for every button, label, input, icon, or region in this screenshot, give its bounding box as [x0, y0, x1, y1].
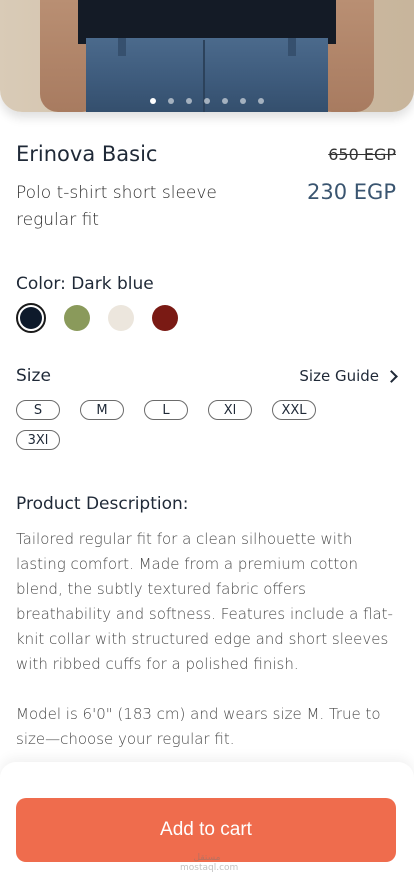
size-header: Size Size Guide: [16, 366, 398, 386]
watermark-line: mostaql.com: [180, 863, 239, 873]
description-title: Product Description:: [16, 494, 189, 514]
size-option-xl[interactable]: Xl: [208, 400, 252, 420]
product-title-row: Erinova Basic 650 EGP: [16, 142, 396, 166]
color-swatch-maroon[interactable]: [152, 305, 178, 331]
carousel-dot[interactable]: [150, 98, 156, 104]
product-hero-image[interactable]: [0, 0, 414, 112]
size-option-3xl[interactable]: 3Xl: [16, 430, 60, 450]
size-option-m[interactable]: M: [80, 400, 124, 420]
color-swatch-dark-blue[interactable]: [16, 303, 46, 333]
product-subtitle: Polo t-shirt short sleeve regular fit: [16, 183, 217, 230]
carousel-dot[interactable]: [168, 98, 174, 104]
hero-belt-loop: [118, 38, 126, 56]
carousel-dot[interactable]: [258, 98, 264, 104]
size-option-l[interactable]: L: [144, 400, 188, 420]
hero-belt-loop: [288, 38, 296, 56]
carousel-dot[interactable]: [222, 98, 228, 104]
product-name: Erinova Basic: [16, 142, 158, 166]
color-label: Color: Dark blue: [16, 274, 154, 294]
color-swatches: [16, 303, 178, 333]
size-options: S M L Xl XXL 3Xl: [16, 400, 336, 450]
chevron-right-icon: [385, 369, 398, 383]
color-swatch-olive[interactable]: [64, 305, 90, 331]
size-label: Size: [16, 366, 51, 386]
product-subtitle-row: Polo t-shirt short sleeve regular fit 23…: [16, 180, 396, 234]
carousel-dot[interactable]: [204, 98, 210, 104]
size-guide-link[interactable]: Size Guide: [299, 367, 398, 385]
size-guide-label: Size Guide: [299, 367, 379, 385]
size-option-xxl[interactable]: XXL: [272, 400, 316, 420]
description-body: Tailored regular fit for a clean silhoue…: [16, 530, 393, 673]
size-option-s[interactable]: S: [16, 400, 60, 420]
new-price: 230 EGP: [307, 180, 396, 204]
carousel-dot[interactable]: [186, 98, 192, 104]
watermark: مستقل mostaql.com: [180, 853, 239, 873]
color-swatch-cream[interactable]: [108, 305, 134, 331]
model-note: Model is 6'0" (183 cm) and wears size M.…: [16, 705, 381, 748]
watermark-line: مستقل: [193, 853, 221, 863]
old-price: 650 EGP: [328, 145, 396, 164]
carousel-dot[interactable]: [240, 98, 246, 104]
carousel-dots: [0, 98, 414, 104]
